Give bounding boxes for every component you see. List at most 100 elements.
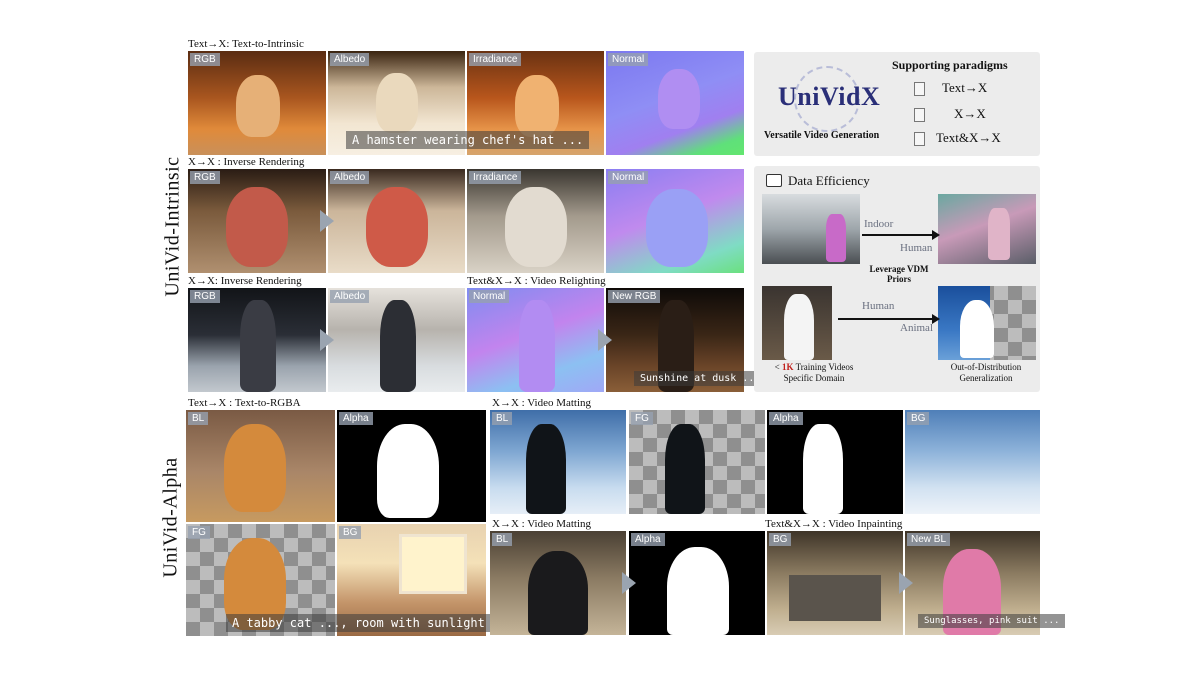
caption-text-to-rgba: Text→X : Text-to-RGBA [188, 397, 301, 409]
paradigm-text-to-x: Text→X [942, 80, 988, 95]
ood-label: Out-of-Distribution Generalization [934, 362, 1038, 384]
tag-rgb: RGB [190, 290, 220, 303]
arrow-line-1 [862, 234, 934, 236]
sumo-figure [505, 187, 567, 267]
caption-video-relighting: Text&X→X : Video Relighting [467, 275, 606, 287]
arrow-right-icon [622, 572, 636, 594]
tag-new-rgb: New RGB [608, 290, 661, 303]
panel-man-albedo: Albedo [328, 288, 465, 392]
panel-sky-fg: FG [629, 410, 765, 514]
person-figure [988, 208, 1010, 260]
doc-icon [914, 82, 925, 96]
animal-figure [960, 300, 994, 358]
hamster-figure [515, 75, 559, 137]
caption-video-matting-2: X→X : Video Matting [492, 518, 592, 530]
prompt-hamster: A hamster wearing chef's hat ... [346, 131, 590, 149]
prompt-dusk: Sunshine at dusk ... [634, 371, 767, 386]
panel-speaker-alpha: Alpha [629, 531, 765, 635]
arrow-right-icon [320, 329, 334, 351]
train-line2: Specific Domain [783, 373, 845, 383]
label-human-2: Human [862, 300, 895, 312]
arrow-line-2 [838, 318, 934, 320]
train-emph: 1K [782, 362, 794, 372]
panel-human-train [762, 286, 832, 360]
panel-sumo-rgb: RGB [188, 169, 326, 273]
tag-irradiance: Irradiance [469, 171, 522, 184]
tag-bl: BL [188, 412, 209, 425]
tag-fg: FG [188, 526, 210, 539]
tag-alpha: Alpha [631, 533, 665, 546]
tag-bl: BL [492, 412, 513, 425]
univid-logo: UniVidX [778, 82, 881, 111]
paradigms-title: Supporting paradigms [892, 58, 1008, 72]
tag-rgb: RGB [190, 171, 220, 184]
label-indoor: Indoor [864, 218, 894, 230]
speaker-figure [528, 551, 588, 635]
panel-indoor-gen [938, 194, 1036, 264]
ood-line2: Generalization [959, 373, 1013, 383]
panel-cat-alpha: Alpha [337, 410, 486, 522]
label-human-1: Human [900, 242, 933, 254]
panel-indoor-train [762, 194, 860, 264]
person-figure [826, 214, 846, 262]
panel-sky-bl: BL [490, 410, 626, 514]
speaker-silhouette [667, 547, 729, 635]
tag-bg: BG [339, 526, 362, 539]
tag-albedo: Albedo [330, 290, 370, 303]
man-figure [380, 300, 416, 392]
sumo-figure [366, 187, 428, 267]
tag-albedo: Albedo [330, 53, 370, 66]
train-rest: Training Videos [793, 362, 854, 372]
side-label-intrinsic: UniVid-Intrinsic [161, 156, 184, 297]
prompt-suit: Sunglasses, pink suit ... [918, 614, 1066, 628]
tag-alpha: Alpha [339, 412, 373, 425]
person-silhouette [526, 424, 566, 514]
panel-animal-gen [938, 286, 1036, 360]
tag-normal: Normal [608, 53, 649, 66]
panel-sumo-normal: Normal [606, 169, 744, 273]
panel-sky-alpha: Alpha [767, 410, 903, 514]
hamster-figure [658, 69, 700, 129]
window-shape [399, 534, 467, 594]
label-animal: Animal [900, 322, 933, 334]
panel-sumo-albedo: Albedo [328, 169, 465, 273]
arrow-right-icon [320, 210, 334, 232]
caption-video-matting-1: X→X : Video Matting [492, 397, 592, 409]
data-efficiency-box: Data Efficiency Indoor Human Leverage VD… [754, 166, 1040, 392]
sumo-figure [226, 187, 288, 267]
data-efficiency-title: Data Efficiency [788, 173, 870, 188]
man-figure [240, 300, 276, 392]
panel-sky-bg: BG [905, 410, 1040, 514]
panel-cat-bl: BL [186, 410, 335, 522]
person-silhouette [665, 424, 705, 514]
arrowhead-right-icon [932, 230, 940, 240]
tag-normal: Normal [608, 171, 649, 184]
panel-sumo-irradiance: Irradiance [467, 169, 604, 273]
tag-alpha: Alpha [769, 412, 803, 425]
panel-man-rgb: RGB [188, 288, 326, 392]
tag-rgb: RGB [190, 53, 220, 66]
tag-fg: FG [631, 412, 653, 425]
caption-text-to-intrinsic: Text→X: Text-to-Intrinsic [188, 38, 304, 50]
tag-irradiance: Irradiance [469, 53, 522, 66]
caption-inverse-rendering-2: X→X: Inverse Rendering [188, 275, 302, 287]
univid-box: UniVidX Versatile Video Generation Suppo… [754, 52, 1040, 156]
training-videos-label: < 1K Training Videos Specific Domain [764, 362, 864, 384]
cat-figure [224, 424, 286, 512]
panel-hamster-rgb: RGB [188, 51, 326, 155]
ood-line1: Out-of-Distribution [950, 362, 1022, 372]
person-silhouette-white [803, 424, 843, 514]
caption-inverse-rendering-1: X→X : Inverse Rendering [188, 156, 305, 168]
hamster-figure [376, 73, 418, 133]
tag-bl: BL [492, 533, 513, 546]
univid-subtitle: Versatile Video Generation [764, 130, 880, 141]
doc-icon [914, 108, 925, 122]
leverage-vdm-priors: Leverage VDM Priors [869, 264, 929, 284]
arrow-right-icon [899, 572, 913, 594]
person-figure [784, 294, 814, 360]
arrow-right-icon [598, 329, 612, 351]
caption-video-inpainting: Text&X→X : Video Inpainting [765, 518, 903, 530]
arrowhead-right-icon [932, 314, 940, 324]
tag-bg: BG [907, 412, 930, 425]
prompt-cat: A tabby cat ..., room with sunlight ... [226, 614, 520, 632]
